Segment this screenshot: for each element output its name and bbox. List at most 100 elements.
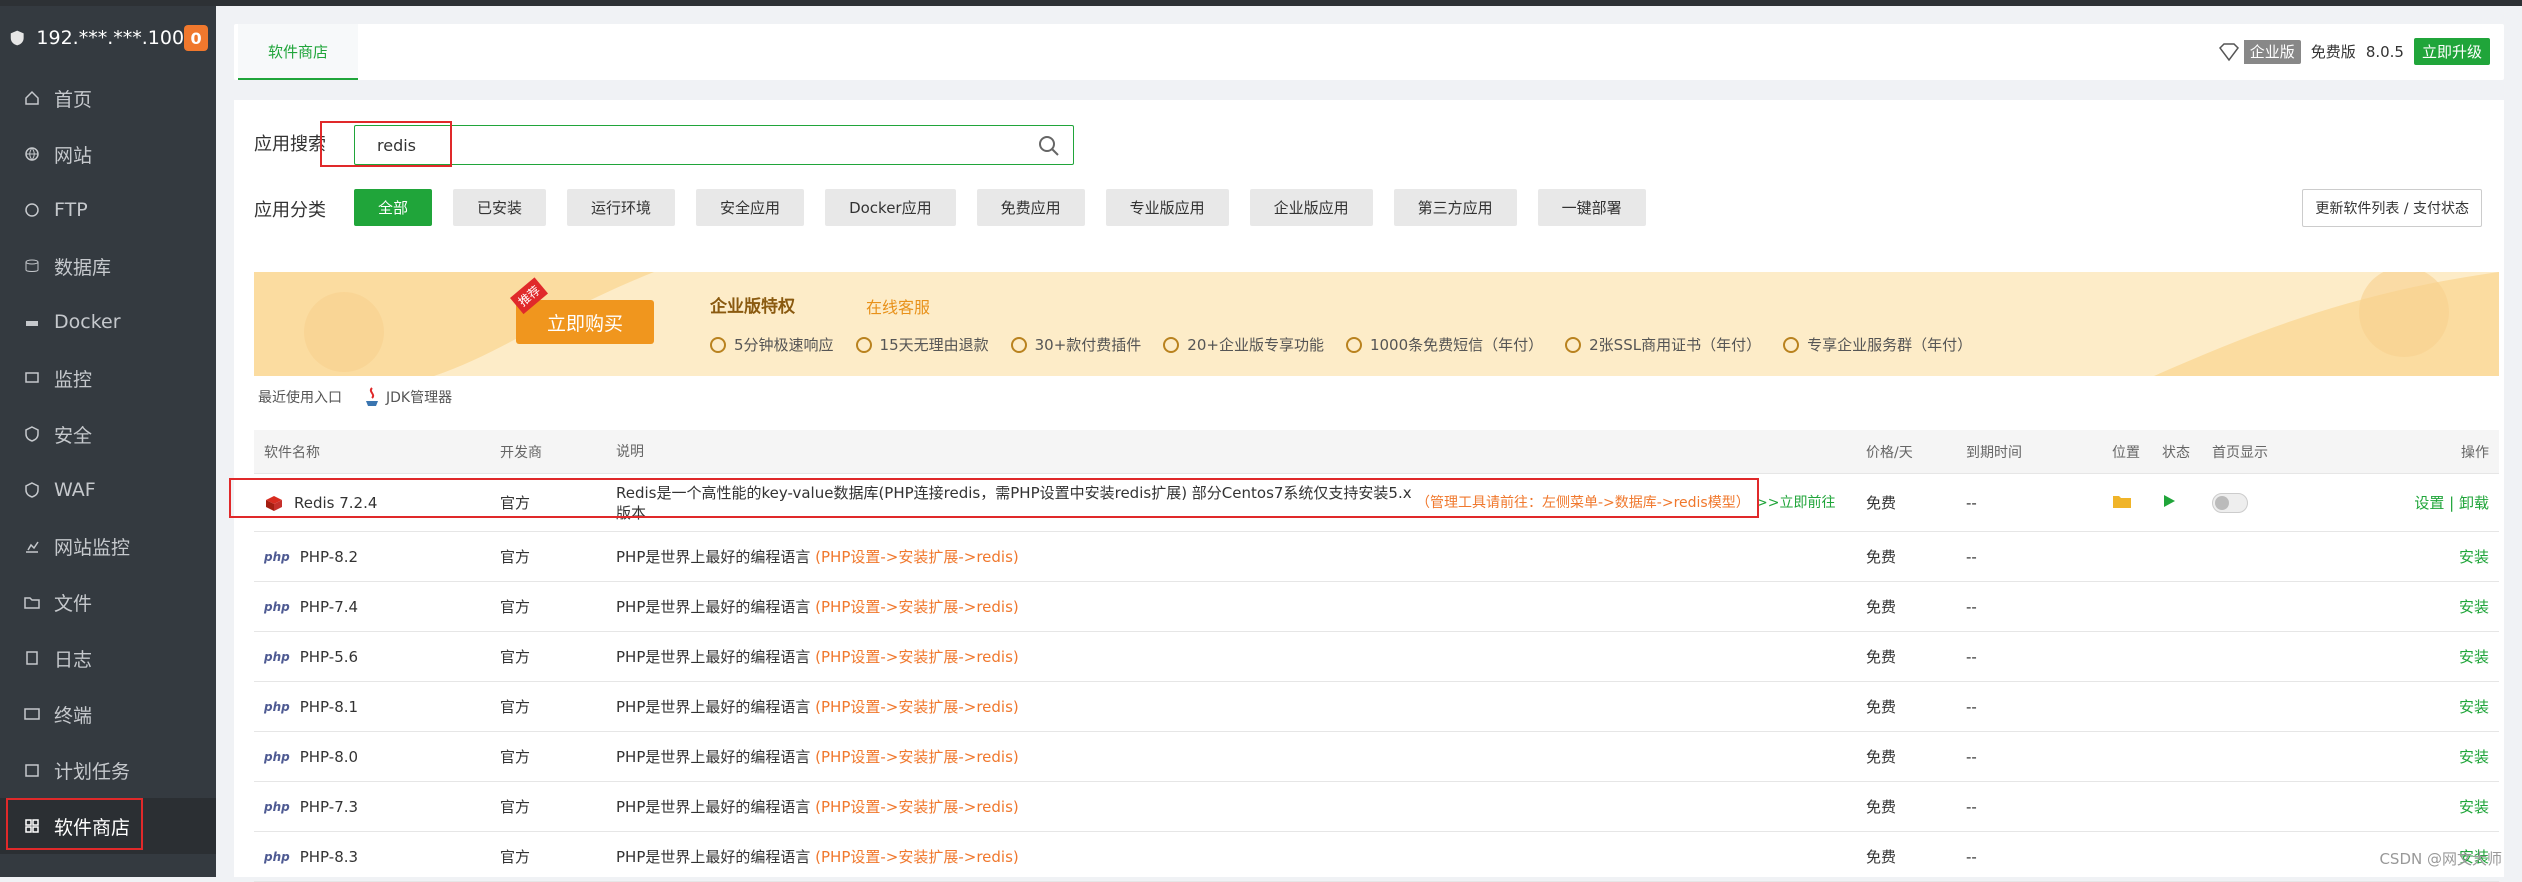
sidebar-item-7[interactable]: WAF [0, 462, 216, 518]
feature-icon [710, 337, 726, 353]
upgrade-button[interactable]: 立即升级 [2414, 38, 2490, 65]
header-vendor: 开发商 [500, 442, 616, 462]
waf-icon [24, 482, 40, 498]
feature-icon [1163, 337, 1179, 353]
sidebar-item-label: 日志 [54, 645, 92, 672]
category-7[interactable]: 企业版应用 [1250, 189, 1373, 226]
top-strip [0, 0, 2522, 6]
sidebar-item-8[interactable]: 网站监控 [0, 518, 216, 574]
redis-go-link[interactable]: >>立即前往 [1756, 493, 1836, 513]
ftp-icon [24, 202, 40, 218]
php-logo-icon: php [264, 800, 290, 814]
enterprise-banner: 立即购买 推荐 企业版特权 在线客服 5分钟极速响应15天无理由退款30+款付费… [254, 272, 2499, 376]
sidebar-item-11[interactable]: 终端 [0, 686, 216, 742]
notification-badge[interactable]: 0 [184, 25, 208, 51]
sidebar-item-label: WAF [54, 479, 96, 501]
php-vendor: 官方 [500, 646, 616, 667]
php-name: PHP-5.6 [300, 648, 358, 666]
php-desc: PHP是世界上最好的编程语言 [616, 798, 810, 816]
play-icon[interactable] [2162, 494, 2176, 508]
php-name-cell: php PHP-5.6 [254, 648, 500, 666]
install-button[interactable]: 安装 [2332, 646, 2499, 667]
category-3[interactable]: 安全应用 [696, 189, 804, 226]
php-hint: (PHP设置->安装扩展->redis) [815, 698, 1019, 716]
header-desc: 说明 [616, 442, 1866, 462]
table-row: phpPHP-8.2官方PHP是世界上最好的编程语言 (PHP设置->安装扩展-… [254, 532, 2499, 582]
php-hint: (PHP设置->安装扩展->redis) [815, 598, 1019, 616]
table-row: phpPHP-8.3官方PHP是世界上最好的编程语言 (PHP设置->安装扩展-… [254, 832, 2499, 882]
category-9[interactable]: 一键部署 [1538, 189, 1646, 226]
recent-label: 最近使用入口 [258, 387, 342, 407]
redis-location[interactable] [2112, 493, 2162, 513]
homepage-toggle[interactable] [2212, 493, 2248, 513]
category-2[interactable]: 运行环境 [567, 189, 675, 226]
feature-icon [856, 337, 872, 353]
sidebar-item-label: 终端 [54, 701, 92, 728]
globe-icon [24, 146, 40, 162]
php-name-cell: phpPHP-8.0 [254, 748, 500, 766]
highlight-box [229, 478, 1759, 518]
install-button[interactable]: 安装 [2332, 796, 2499, 817]
table-row-redis: Redis 7.2.4 官方 Redis是一个高性能的key-value数据库(… [254, 474, 2499, 532]
online-service-link[interactable]: 在线客服 [866, 294, 930, 318]
feature-icon [1346, 337, 1362, 353]
category-5[interactable]: 免费应用 [977, 189, 1085, 226]
feature-icon [1783, 337, 1799, 353]
sidebar-item-13[interactable]: 软件商店 [0, 798, 216, 854]
feature-label: 30+款付费插件 [1035, 334, 1142, 355]
php-name: PHP-8.1 [300, 698, 358, 716]
sidebar-item-1[interactable]: 网站 [0, 126, 216, 182]
install-button[interactable]: 安装 [2332, 546, 2499, 567]
sidebar-item-0[interactable]: 首页 [0, 70, 216, 126]
server-header[interactable]: 192.***.***.100 0 [0, 6, 216, 70]
php-logo-icon: php [264, 550, 290, 564]
install-button[interactable]: 安装 [2332, 696, 2499, 717]
sidebar-item-6[interactable]: 安全 [0, 406, 216, 462]
php-logo-icon: php [264, 750, 290, 764]
category-6[interactable]: 专业版应用 [1106, 189, 1229, 226]
php-name: PHP-7.3 [300, 798, 358, 816]
php-name-cell: phpPHP-8.1 [254, 698, 500, 716]
redis-homepage[interactable] [2212, 493, 2332, 513]
php-vendor: 官方 [500, 696, 616, 717]
refresh-list-button[interactable]: 更新软件列表 / 支付状态 [2302, 189, 2482, 227]
folder-icon[interactable] [2112, 493, 2132, 509]
php-logo-icon: php [264, 650, 290, 664]
feature-item: 2张SSL商用证书（年付） [1565, 334, 1761, 355]
sidebar-item-3[interactable]: 数据库 [0, 238, 216, 294]
sidebar-item-9[interactable]: 文件 [0, 574, 216, 630]
search-icon[interactable] [1037, 134, 1061, 158]
jdk-manager-link[interactable]: JDK管理器 [364, 386, 452, 408]
sidebar-item-5[interactable]: 监控 [0, 350, 216, 406]
search-input[interactable]: redis [354, 125, 1074, 165]
home-icon [24, 90, 40, 106]
install-button[interactable]: 安装 [2332, 746, 2499, 767]
tab-software-store[interactable]: 软件商店 [238, 24, 358, 80]
shield-icon [24, 426, 40, 442]
redis-status[interactable] [2162, 494, 2212, 512]
buy-now-button[interactable]: 立即购买 [516, 300, 654, 344]
monitor-icon [24, 370, 40, 386]
sidebar-item-10[interactable]: 日志 [0, 630, 216, 686]
sidebar-item-label: FTP [54, 199, 88, 221]
sidebar-item-label: 安全 [54, 421, 92, 448]
category-4[interactable]: Docker应用 [825, 189, 956, 226]
php-desc-cell: PHP是世界上最好的编程语言 (PHP设置->安装扩展->redis) [616, 547, 1866, 567]
php-price: 免费 [1866, 546, 1966, 567]
category-8[interactable]: 第三方应用 [1394, 189, 1517, 226]
php-desc-cell: PHP是世界上最好的编程语言 (PHP设置->安装扩展->redis) [616, 597, 1866, 617]
php-price: 免费 [1866, 596, 1966, 617]
php-expire: -- [1966, 598, 2112, 616]
redis-actions[interactable]: 设置 | 卸载 [2332, 492, 2499, 513]
sidebar-item-12[interactable]: 计划任务 [0, 742, 216, 798]
install-button[interactable]: 安装 [2332, 596, 2499, 617]
category-1[interactable]: 已安装 [453, 189, 546, 226]
enterprise-badge[interactable]: 企业版 [2214, 40, 2301, 64]
table-header: 软件名称 开发商 说明 价格/天 到期时间 位置 状态 首页显示 操作 [254, 430, 2499, 474]
table-row: phpPHP-7.4官方PHP是世界上最好的编程语言 (PHP设置->安装扩展-… [254, 582, 2499, 632]
sidebar-item-2[interactable]: FTP [0, 182, 216, 238]
sidebar-item-4[interactable]: Docker [0, 294, 216, 350]
category-0[interactable]: 全部 [354, 189, 432, 226]
php-expire: -- [1966, 848, 2112, 866]
php-hint: (PHP设置->安装扩展->redis) [815, 748, 1019, 766]
